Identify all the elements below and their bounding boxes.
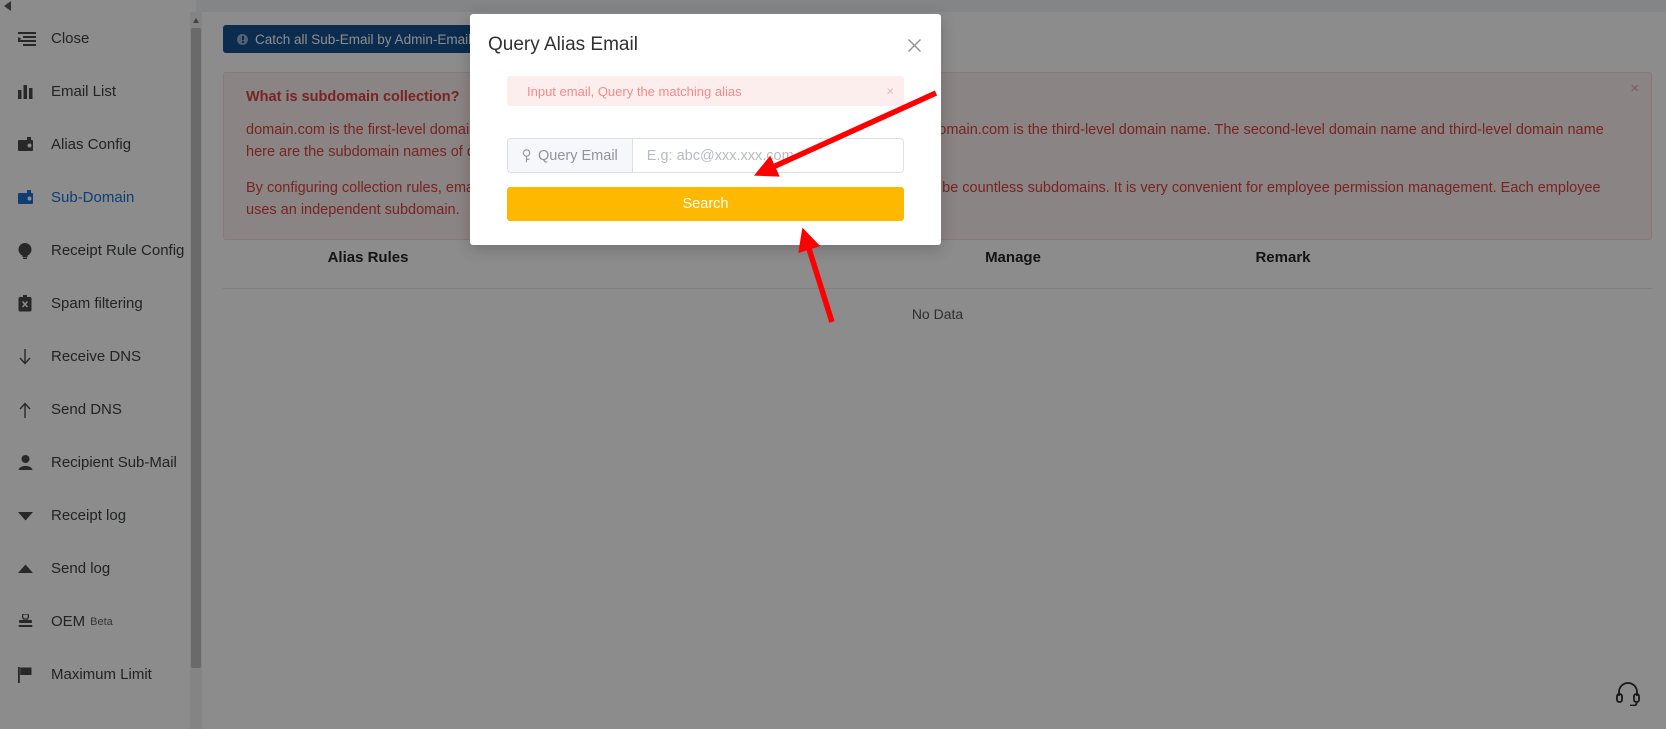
app-root: Close Email List Alias Config Sub-Domain (0, 0, 1666, 729)
dialog-body: Input email, Query the matching alias × … (470, 76, 941, 245)
query-email-label-text: Query Email (538, 147, 618, 164)
query-email-input[interactable] (632, 139, 903, 172)
search-button[interactable]: Search (507, 187, 904, 221)
dialog-alert: Input email, Query the matching alias × (507, 76, 904, 106)
dialog-header: Query Alias Email (470, 14, 941, 76)
query-email-input-group: Query Email (507, 138, 904, 173)
dialog-alert-text: Input email, Query the matching alias (527, 83, 742, 99)
close-icon[interactable] (903, 34, 925, 56)
dialog-title: Query Alias Email (488, 34, 638, 55)
query-alias-email-dialog: Query Alias Email Input email, Query the… (470, 14, 941, 245)
dialog-alert-close-icon[interactable]: × (886, 85, 894, 98)
query-email-label: Query Email (508, 139, 633, 172)
key-icon (522, 148, 531, 163)
